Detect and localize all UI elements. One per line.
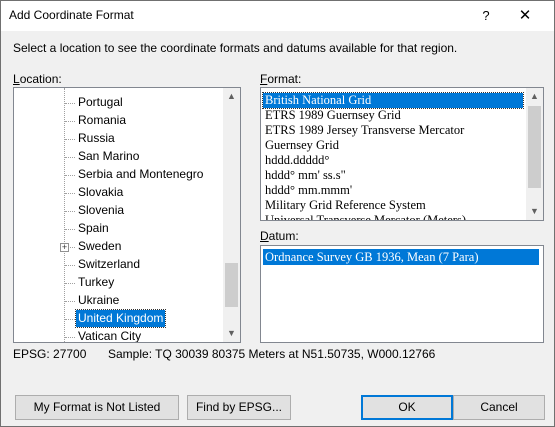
format-label-text: ormat: — [267, 72, 302, 86]
tree-branch-line — [65, 229, 75, 230]
scroll-thumb[interactable] — [528, 106, 541, 188]
location-item[interactable]: Sweden — [76, 238, 123, 255]
tree-branch-line — [65, 337, 75, 338]
location-item[interactable]: San Marino — [76, 148, 141, 165]
location-item[interactable]: United Kingdom — [74, 309, 167, 328]
format-item[interactable]: hddd.ddddd° — [263, 153, 331, 168]
scroll-down-icon[interactable]: ▼ — [526, 203, 543, 220]
help-button[interactable]: ? — [471, 5, 501, 27]
location-scrollbar[interactable]: ▲ ▼ — [223, 88, 240, 342]
tree-branch-line — [65, 121, 75, 122]
format-label: Format: — [260, 72, 301, 86]
find-by-epsg-button[interactable]: Find by EPSG... — [187, 395, 291, 420]
dialog-title: Add Coordinate Format — [9, 8, 134, 22]
sample-coordinate: Sample: TQ 30039 80375 Meters at N51.507… — [108, 347, 436, 361]
datum-label-accel: D — [260, 229, 269, 243]
tree-connector-line — [64, 88, 65, 342]
format-item[interactable]: Universal Transverse Mercator (Meters) — [263, 213, 468, 220]
location-item[interactable]: Serbia and Montenegro — [76, 166, 205, 183]
format-item[interactable]: ETRS 1989 Jersey Transverse Mercator — [263, 123, 466, 138]
scroll-down-icon[interactable]: ▼ — [223, 325, 240, 342]
format-item[interactable]: Guernsey Grid — [263, 138, 341, 153]
location-item[interactable]: Slovenia — [76, 202, 126, 219]
format-not-listed-button[interactable]: My Format is Not Listed — [15, 395, 179, 420]
location-item[interactable]: Vatican City — [76, 328, 143, 342]
datum-item[interactable]: Ordnance Survey GB 1936, Mean (7 Para) — [263, 249, 539, 265]
location-item[interactable]: Romania — [76, 112, 128, 129]
add-coordinate-format-dialog: Add Coordinate Format ? ✕ Select a locat… — [0, 0, 555, 427]
format-item[interactable]: Military Grid Reference System — [263, 198, 428, 213]
datum-list[interactable]: Ordnance Survey GB 1936, Mean (7 Para) — [260, 245, 544, 343]
format-item[interactable]: hddd° mm.mmm' — [263, 183, 354, 198]
epsg-code: EPSG: 27700 — [13, 347, 87, 361]
scroll-up-icon[interactable]: ▲ — [223, 88, 240, 105]
expand-icon[interactable]: + — [60, 243, 69, 252]
location-item[interactable]: Spain — [76, 220, 111, 237]
format-item[interactable]: ETRS 1989 Guernsey Grid — [263, 108, 403, 123]
tree-branch-line — [65, 283, 75, 284]
location-label-text: ocation: — [19, 72, 62, 86]
format-item[interactable]: hddd° mm' ss.s" — [263, 168, 348, 183]
tree-branch-line — [65, 319, 75, 320]
instruction-text: Select a location to see the coordinate … — [13, 41, 458, 55]
tree-branch-line — [65, 157, 75, 158]
tree-branch-line — [65, 265, 75, 266]
location-item[interactable]: Russia — [76, 130, 117, 147]
location-item[interactable]: Switzerland — [76, 256, 142, 273]
format-list[interactable]: British National Grid ETRS 1989 Guernsey … — [260, 87, 544, 221]
datum-label: Datum: — [260, 229, 299, 243]
datum-label-text: atum: — [268, 229, 299, 243]
location-item[interactable]: Turkey — [76, 274, 116, 291]
location-tree[interactable]: Portugal Romania Russia San Marino Serbia an… — [13, 87, 241, 343]
format-item[interactable]: British National Grid — [262, 92, 524, 109]
tree-branch-line — [65, 103, 75, 104]
close-button[interactable]: ✕ — [510, 5, 540, 27]
scroll-thumb[interactable] — [225, 263, 238, 307]
tree-branch-line — [65, 139, 75, 140]
tree-branch-line — [65, 211, 75, 212]
location-item[interactable]: Ukraine — [76, 292, 121, 309]
scroll-up-icon[interactable]: ▲ — [526, 88, 543, 105]
location-item[interactable]: Portugal — [76, 94, 125, 111]
tree-branch-line — [65, 175, 75, 176]
location-label-accel: L — [13, 72, 20, 86]
tree-branch-line — [65, 301, 75, 302]
ok-button[interactable]: OK — [361, 395, 453, 420]
title-bar: Add Coordinate Format ? ✕ — [1, 1, 554, 31]
cancel-button[interactable]: Cancel — [453, 395, 545, 420]
tree-branch-line — [65, 193, 75, 194]
format-scrollbar[interactable]: ▲ ▼ — [526, 88, 543, 220]
location-item[interactable]: Slovakia — [76, 184, 125, 201]
location-label: Location: — [13, 72, 62, 86]
